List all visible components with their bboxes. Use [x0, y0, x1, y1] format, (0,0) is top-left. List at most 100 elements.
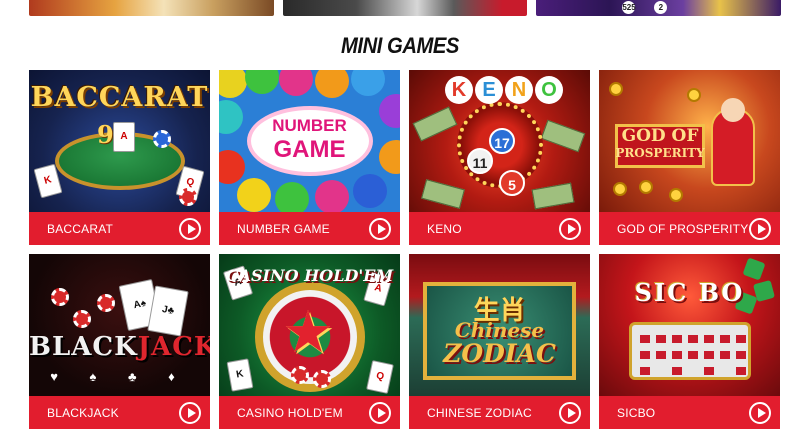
chip-icon [179, 188, 197, 206]
coin-icon [639, 180, 653, 194]
keno-letter: N [505, 76, 533, 104]
game-label: BACCARAT [47, 221, 114, 236]
thumbnail-title-line1: GOD OF [621, 126, 699, 146]
board-cell [736, 367, 746, 375]
play-circle-icon[interactable] [749, 217, 771, 240]
ball-icon [237, 178, 271, 212]
banknote-icon [540, 119, 586, 153]
keno-ball: 5 [499, 170, 525, 196]
chinese-zodiac-thumbnail[interactable]: 生肖 Chinese ZODIAC [409, 254, 590, 396]
keno-letter: K [445, 76, 473, 104]
board-cell [736, 335, 746, 343]
ball-icon [279, 70, 313, 96]
thumbnail-title: NUMBER GAME [219, 114, 400, 162]
playing-card-icon: Q [366, 360, 394, 394]
keno-letter: E [475, 76, 503, 104]
play-circle-icon[interactable] [749, 401, 771, 424]
top-banner-1[interactable] [29, 0, 274, 16]
mini-games-page: 525 2 MINI GAMES BACCARAT 9 A K Q BACCAR… [0, 0, 800, 440]
play-circle-icon[interactable] [179, 401, 201, 424]
board-cell [640, 367, 650, 375]
game-card-keno[interactable]: K E N O 17 11 5 KENO [409, 70, 590, 245]
star-icon: ★ [282, 300, 334, 365]
play-circle-icon[interactable] [559, 401, 581, 424]
thumbnail-title-line2: ZODIAC [443, 339, 556, 368]
ball-icon [315, 180, 349, 212]
suits-row: ♥ ♠ ♣ ♦ [50, 369, 189, 384]
baccarat-thumbnail[interactable]: BACCARAT 9 A K Q [29, 70, 210, 212]
top-banners: 525 2 [29, 0, 782, 16]
banknote-icon [412, 106, 458, 142]
play-circle-icon[interactable] [369, 401, 391, 424]
game-bar[interactable]: CASINO HOLD'EM [219, 396, 400, 429]
chip-icon [97, 294, 115, 312]
game-label: CASINO HOLD'EM [237, 405, 343, 420]
sicbo-thumbnail[interactable]: SIC BO [599, 254, 780, 396]
keno-letter: O [535, 76, 563, 104]
thumbnail-title: BLACKJACK [29, 332, 210, 362]
game-bar[interactable]: NUMBER GAME [219, 212, 400, 245]
lottery-ball: 2 [654, 1, 668, 14]
chip-icon [73, 310, 91, 328]
coin-icon [609, 82, 623, 96]
blackjack-thumbnail[interactable]: A♠ J♣ BLACKJACK ♥ ♠ ♣ ♦ [29, 254, 210, 396]
thumbnail-title: SIC BO [634, 278, 745, 307]
board-cell [704, 351, 714, 359]
board-cell [688, 335, 698, 343]
board-cell [720, 335, 730, 343]
chip-icon [291, 366, 309, 384]
thumbnail-title: BACCARAT [30, 82, 209, 113]
board-cell [640, 335, 650, 343]
coin-icon [687, 88, 701, 102]
game-label: GOD OF PROSPERITY [617, 221, 749, 236]
game-card-chinese-zodiac[interactable]: 生肖 Chinese ZODIAC CHINESE ZODIAC [409, 254, 590, 429]
board-cell [656, 351, 666, 359]
playing-card-icon: A [113, 122, 135, 152]
thumbnail-title: GOD OF PROSPERITY [615, 128, 705, 162]
play-circle-icon[interactable] [369, 217, 391, 240]
ball-icon [353, 174, 387, 208]
game-label: CHINESE ZODIAC [427, 405, 532, 420]
top-banner-2[interactable] [282, 0, 528, 16]
top-banner-3[interactable]: 525 2 [536, 0, 782, 16]
game-card-casino-holdem[interactable]: ★ A A K Q CASINO HOLD'EM CASINO HOLD'EM [219, 254, 400, 429]
game-bar[interactable]: BACCARAT [29, 212, 210, 245]
game-label: NUMBER GAME [237, 221, 330, 236]
casino-holdem-thumbnail[interactable]: ★ A A K Q CASINO HOLD'EM [219, 254, 400, 396]
thumbnail-title: CASINO HOLD'EM [225, 266, 394, 285]
game-bar[interactable]: SICBO [599, 396, 780, 429]
play-circle-icon[interactable] [559, 217, 581, 240]
keno-thumbnail[interactable]: K E N O 17 11 5 [409, 70, 590, 212]
game-bar[interactable]: CHINESE ZODIAC [409, 396, 590, 429]
game-card-blackjack[interactable]: A♠ J♣ BLACKJACK ♥ ♠ ♣ ♦ BLACKJACK [29, 254, 210, 429]
section-title: MINI GAMES [341, 33, 459, 58]
ball-icon [275, 182, 309, 212]
thumbnail-title-part1: BLACK [29, 332, 138, 362]
thumbnail-title-line1: NUMBER [272, 116, 347, 135]
game-bar[interactable]: BLACKJACK [29, 396, 210, 429]
game-grid: BACCARAT 9 A K Q BACCARAT NUMBER GAME NU… [29, 70, 781, 429]
ball-icon [245, 70, 279, 94]
thumbnail-title-line2: PROSPERITY [615, 146, 705, 160]
game-card-number-game[interactable]: NUMBER GAME NUMBER GAME [219, 70, 400, 245]
game-bar[interactable]: KENO [409, 212, 590, 245]
playing-card-icon: J♣ [147, 285, 189, 337]
sicbo-board [629, 322, 751, 380]
chip-icon [51, 288, 69, 306]
god-of-prosperity-thumbnail[interactable]: GOD OF PROSPERITY [599, 70, 780, 212]
thumbnail-title-line2: GAME [273, 136, 346, 163]
play-circle-icon[interactable] [179, 217, 201, 240]
number-game-thumbnail[interactable]: NUMBER GAME [219, 70, 400, 212]
ball-icon [315, 70, 349, 98]
game-card-god-of-prosperity[interactable]: GOD OF PROSPERITY GOD OF PROSPERITY [599, 70, 780, 245]
playing-card-icon: K [226, 358, 254, 392]
chip-icon [153, 130, 171, 148]
game-bar[interactable]: GOD OF PROSPERITY [599, 212, 780, 245]
lottery-ball: 525 [622, 1, 636, 14]
banknote-icon [531, 182, 575, 210]
ball-icon [219, 70, 247, 98]
game-card-baccarat[interactable]: BACCARAT 9 A K Q BACCARAT [29, 70, 210, 245]
game-label: SICBO [617, 405, 656, 420]
game-card-sicbo[interactable]: SIC BO SICBO [599, 254, 780, 429]
keno-ball: 17 [489, 128, 515, 154]
